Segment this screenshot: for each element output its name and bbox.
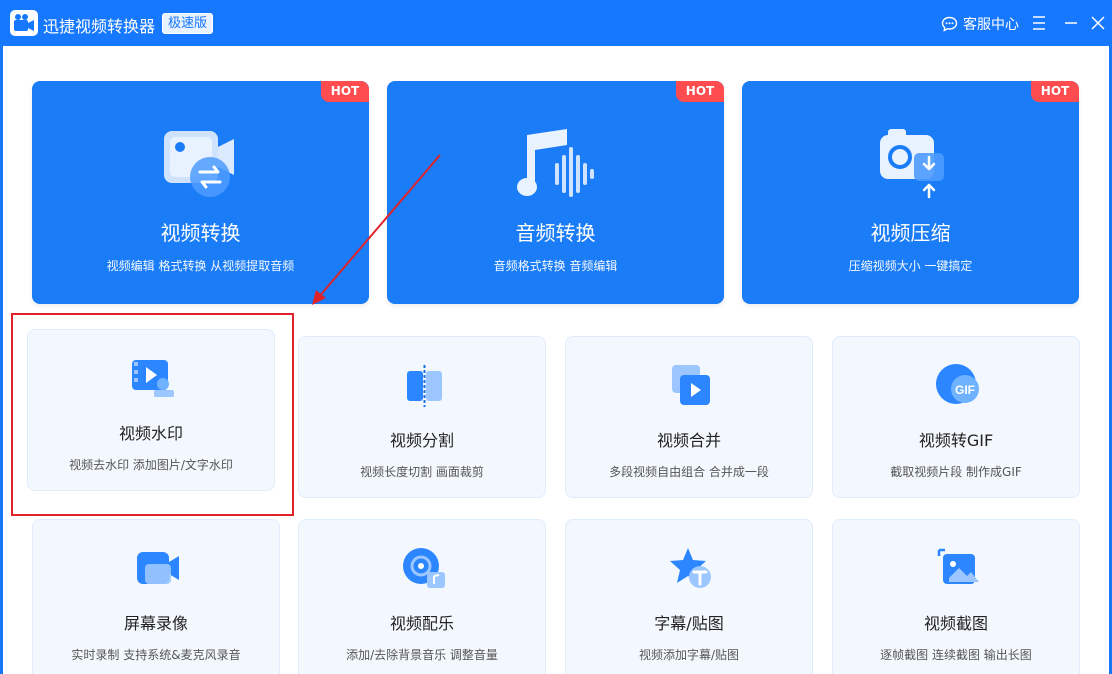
video-merge-card[interactable]: 视频合并 多段视频自由组合 合并成一段	[565, 336, 813, 498]
card-title: 视频配乐	[389, 614, 454, 633]
card-title: 视频分割	[389, 431, 454, 450]
card-subtitle: 截取视频片段 制作成GIF	[890, 465, 1022, 479]
video-screenshot-card[interactable]: 视频截图 逐帧截图 连续截图 输出长图	[832, 519, 1080, 674]
video-music-card[interactable]: 视频配乐 添加/去除背景音乐 调整音量	[298, 519, 546, 674]
gif-icon-text: GIF	[955, 383, 975, 397]
card-title: 屏幕录像	[123, 614, 188, 633]
edition-badge: 极速版	[162, 13, 214, 34]
app-logo-icon	[10, 10, 38, 36]
hot-badge: HOT	[1031, 81, 1079, 102]
card-title: 视频转GIF	[918, 431, 994, 450]
video-gif-icon: GIF	[936, 364, 979, 404]
support-center-button[interactable]: 客服中心	[941, 14, 1019, 34]
video-convert-card[interactable]: HOT 视频转换 视频编辑 格式转换 从视频提取音频	[32, 81, 369, 304]
video-convert-icon	[164, 131, 234, 197]
card-subtitle: 音频格式转换 音频编辑	[493, 259, 618, 273]
card-subtitle: 视频长度切割 画面裁剪	[360, 465, 484, 479]
card-subtitle: 多段视频自由组合 合并成一段	[609, 465, 769, 479]
close-button[interactable]	[1087, 12, 1109, 34]
screen-record-icon	[137, 552, 179, 584]
card-title: 字幕/贴图	[654, 614, 724, 633]
video-screenshot-icon	[937, 548, 979, 584]
close-icon	[1091, 16, 1105, 30]
video-watermark-card[interactable]: 视频水印 视频去水印 添加图片/文字水印	[27, 329, 275, 491]
minimize-button[interactable]	[1060, 12, 1082, 34]
support-center-label: 客服中心	[963, 17, 1019, 33]
audio-convert-icon	[517, 129, 594, 197]
hot-badge: HOT	[676, 81, 724, 102]
menu-icon	[1033, 16, 1045, 30]
card-subtitle: 压缩视频大小 一键搞定	[848, 259, 973, 273]
minimize-icon	[1065, 22, 1077, 24]
card-subtitle: 视频编辑 格式转换 从视频提取音频	[106, 259, 295, 273]
card-subtitle: 视频添加字幕/贴图	[638, 648, 740, 662]
screen-record-card[interactable]: 屏幕录像 实时录制 支持系统&麦克风录音	[32, 519, 280, 674]
video-watermark-icon	[132, 360, 174, 397]
video-merge-icon	[672, 365, 710, 405]
video-split-icon	[407, 365, 442, 407]
title-bar: 迅捷视频转换器 极速版 客服中心	[0, 0, 1112, 46]
hot-badge: HOT	[321, 81, 369, 102]
menu-button[interactable]	[1028, 12, 1050, 34]
subtitle-sticker-card[interactable]: 字幕/贴图 视频添加字幕/贴图	[565, 519, 813, 674]
audio-convert-card[interactable]: HOT 音频转换 音频格式转换 音频编辑	[387, 81, 724, 304]
card-title: 视频转换	[160, 221, 241, 245]
app-title: 迅捷视频转换器	[43, 17, 156, 36]
card-title: 视频截图	[923, 614, 988, 633]
window-frame-left	[0, 46, 3, 674]
card-subtitle: 实时录制 支持系统&麦克风录音	[71, 648, 241, 662]
card-title: 音频转换	[515, 221, 596, 245]
chat-icon	[941, 16, 958, 32]
card-title: 视频压缩	[870, 221, 951, 245]
video-compress-icon	[880, 129, 944, 199]
card-subtitle: 逐帧截图 连续截图 输出长图	[880, 648, 1032, 662]
video-gif-card[interactable]: GIF 视频转GIF 截取视频片段 制作成GIF	[832, 336, 1080, 498]
subtitle-sticker-icon	[670, 548, 711, 588]
card-title: 视频水印	[118, 424, 183, 443]
card-title: 视频合并	[656, 431, 721, 450]
video-compress-card[interactable]: HOT 视频压缩 压缩视频大小 一键搞定	[742, 81, 1079, 304]
card-subtitle: 视频去水印 添加图片/文字水印	[69, 458, 233, 472]
video-split-card[interactable]: 视频分割 视频长度切割 画面裁剪	[298, 336, 546, 498]
video-music-icon	[403, 548, 445, 588]
card-subtitle: 添加/去除背景音乐 调整音量	[346, 648, 498, 662]
